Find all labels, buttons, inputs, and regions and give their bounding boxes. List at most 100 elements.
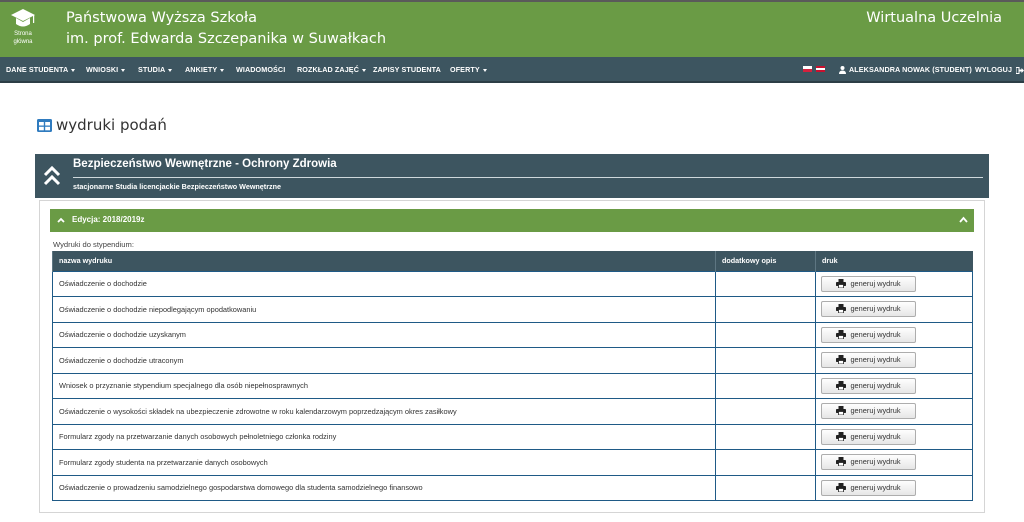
table-row: Oświadczenie o wysokości składek na ubez… [52, 398, 973, 425]
graduation-cap-icon [11, 9, 35, 27]
chevron-up-icon [57, 217, 65, 223]
print-name: Oświadczenie o prowadzeniu samodzielnego… [52, 474, 716, 501]
site-header: Strona główna Państwowa Wyższa Szkoła im… [0, 0, 1024, 57]
generate-print-button[interactable]: generuj wydruk [821, 352, 916, 369]
caret-down-icon [168, 68, 173, 72]
generate-print-button[interactable]: generuj wydruk [821, 326, 916, 343]
generate-print-button[interactable]: generuj wydruk [821, 377, 916, 394]
print-name: Oświadczenie o dochodzie uzyskanym [52, 321, 716, 348]
program-divider [73, 177, 983, 178]
program-panel[interactable]: Bezpieczeństwo Wewnętrzne - Ochrony Zdro… [35, 154, 989, 198]
print-description [715, 423, 816, 450]
table-header-row: nazwa wydruku dodatkowy opis druk [52, 251, 973, 271]
print-name: Oświadczenie o dochodzie niepodlegającym… [52, 296, 716, 323]
chevron-up-icon[interactable] [959, 216, 968, 223]
table-row: Oświadczenie o dochodzie niepodlegającym… [52, 296, 973, 323]
print-description [715, 474, 816, 501]
nav-logout-label: WYLOGUJ [975, 65, 1013, 74]
caret-down-icon [71, 68, 76, 72]
program-title: Bezpieczeństwo Wewnętrzne - Ochrony Zdro… [73, 158, 337, 170]
nav-ankiety[interactable]: ANKIETY [185, 57, 225, 83]
nav-zapisy-studenta[interactable]: ZAPISY STUDENTA [373, 57, 441, 83]
print-description [715, 321, 816, 348]
edition-header[interactable]: Edycja: 2018/2019z [50, 209, 974, 232]
nav-dane-studenta[interactable]: DANE STUDENTA [6, 57, 76, 83]
print-description [715, 296, 816, 323]
sign-out-icon [1015, 66, 1024, 74]
flag-en-icon[interactable] [816, 66, 825, 72]
generate-print-label: generuj wydruk [850, 482, 901, 492]
home-logo-link[interactable]: Strona główna [6, 8, 40, 54]
print-description [715, 398, 816, 425]
print-name: Wniosek o przyznanie stypendium specjaln… [52, 372, 716, 399]
print-action-cell: generuj wydruk [815, 347, 973, 374]
generate-print-label: generuj wydruk [850, 431, 901, 441]
printer-icon [836, 406, 847, 416]
nav-wiadomosci[interactable]: WIADOMOŚCI [236, 57, 285, 83]
nav-studia[interactable]: STUDIA [138, 57, 173, 83]
table-row: Oświadczenie o dochodzie utraconym generu… [52, 347, 973, 374]
printer-icon [836, 380, 847, 391]
nav-user[interactable]: ALEKSANDRA NOWAK (STUDENT) [839, 57, 972, 83]
logo-text-2: główna [13, 39, 33, 45]
printer-icon [836, 304, 847, 314]
caret-down-icon [362, 68, 366, 72]
table-row: Formularz zgody na przetwarzanie danych … [52, 423, 973, 450]
printer-icon [836, 329, 847, 340]
program-subtitle: stacjonarne Studia licencjackie Bezpiecz… [73, 182, 281, 191]
print-name: Oświadczenie o wysokości składek na ubez… [52, 398, 716, 425]
print-name: Formularz zgody na przetwarzanie danych … [52, 423, 716, 450]
page-title: wydruki podań [37, 116, 167, 134]
nav-zapisy-label: ZAPISY STUDENTA [373, 65, 441, 74]
generate-print-label: generuj wydruk [850, 304, 901, 314]
university-name: Państwowa Wyższa Szkoła im. prof. Edward… [66, 8, 386, 50]
nav-rozklad-zajec[interactable]: ROZKŁAD ZAJĘĆ [297, 57, 366, 83]
main-navbar: DANE STUDENTA WNIOSKI STUDIA ANKIETY WIA… [0, 57, 1024, 83]
generate-print-label: generuj wydruk [850, 380, 901, 390]
print-action-cell: generuj wydruk [815, 398, 973, 425]
double-chevron-up-icon[interactable] [43, 166, 61, 186]
table-caption: Wydruki do stypendium: [53, 240, 134, 249]
column-header-desc: dodatkowy opis [715, 251, 816, 271]
edition-label: Edycja: 2018/2019z [72, 215, 145, 224]
generate-print-button[interactable]: generuj wydruk [821, 275, 916, 292]
nav-wnioski-label: WNIOSKI [86, 65, 119, 74]
caret-down-icon [220, 68, 225, 72]
prints-table: nazwa wydruku dodatkowy opis druk Oświad… [52, 251, 973, 501]
print-name: Formularz zgody studenta na przetwarzani… [52, 449, 716, 476]
nav-dane-label: DANE STUDENTA [6, 65, 69, 74]
university-name-line2: im. prof. Edwarda Szczepanika w Suwałkac… [66, 31, 387, 47]
generate-print-label: generuj wydruk [850, 329, 901, 339]
page-title-text: wydruki podań [56, 116, 167, 134]
university-name-line1: Państwowa Wyższa Szkoła [66, 10, 257, 26]
generate-print-button[interactable]: generuj wydruk [821, 479, 916, 496]
nav-oferty-label: OFERTY [450, 65, 480, 74]
generate-print-button[interactable]: generuj wydruk [821, 403, 916, 420]
generate-print-label: generuj wydruk [850, 278, 901, 288]
user-icon [839, 66, 846, 75]
print-description [715, 270, 816, 297]
printer-icon [836, 482, 847, 493]
generate-print-label: generuj wydruk [850, 457, 901, 467]
printer-icon [836, 431, 847, 442]
generate-print-button[interactable]: generuj wydruk [821, 301, 916, 318]
nav-studia-label: STUDIA [138, 65, 166, 74]
table-row: Oświadczenie o dochodzie generuj wydruk [52, 270, 973, 297]
column-header-name: nazwa wydruku [52, 251, 716, 271]
generate-print-button[interactable]: generuj wydruk [821, 428, 916, 445]
table-row: Oświadczenie o dochodzie uzyskanym generu… [52, 321, 973, 348]
nav-logout[interactable]: WYLOGUJ [975, 57, 1024, 83]
nav-wnioski[interactable]: WNIOSKI [86, 57, 126, 83]
print-description [715, 372, 816, 399]
virtual-university-title: Wirtualna Uczelnia [866, 10, 1002, 26]
print-action-cell: generuj wydruk [815, 449, 973, 476]
print-action-cell: generuj wydruk [815, 296, 973, 323]
table-row: Oświadczenie o prowadzeniu samodzielnego… [52, 474, 973, 501]
print-action-cell: generuj wydruk [815, 372, 973, 399]
flag-pl-icon[interactable] [803, 66, 812, 72]
nav-wiadomosci-label: WIADOMOŚCI [236, 65, 286, 74]
table-icon [37, 119, 52, 132]
nav-oferty[interactable]: OFERTY [450, 57, 487, 83]
generate-print-button[interactable]: generuj wydruk [821, 454, 916, 471]
print-action-cell: generuj wydruk [815, 474, 973, 501]
